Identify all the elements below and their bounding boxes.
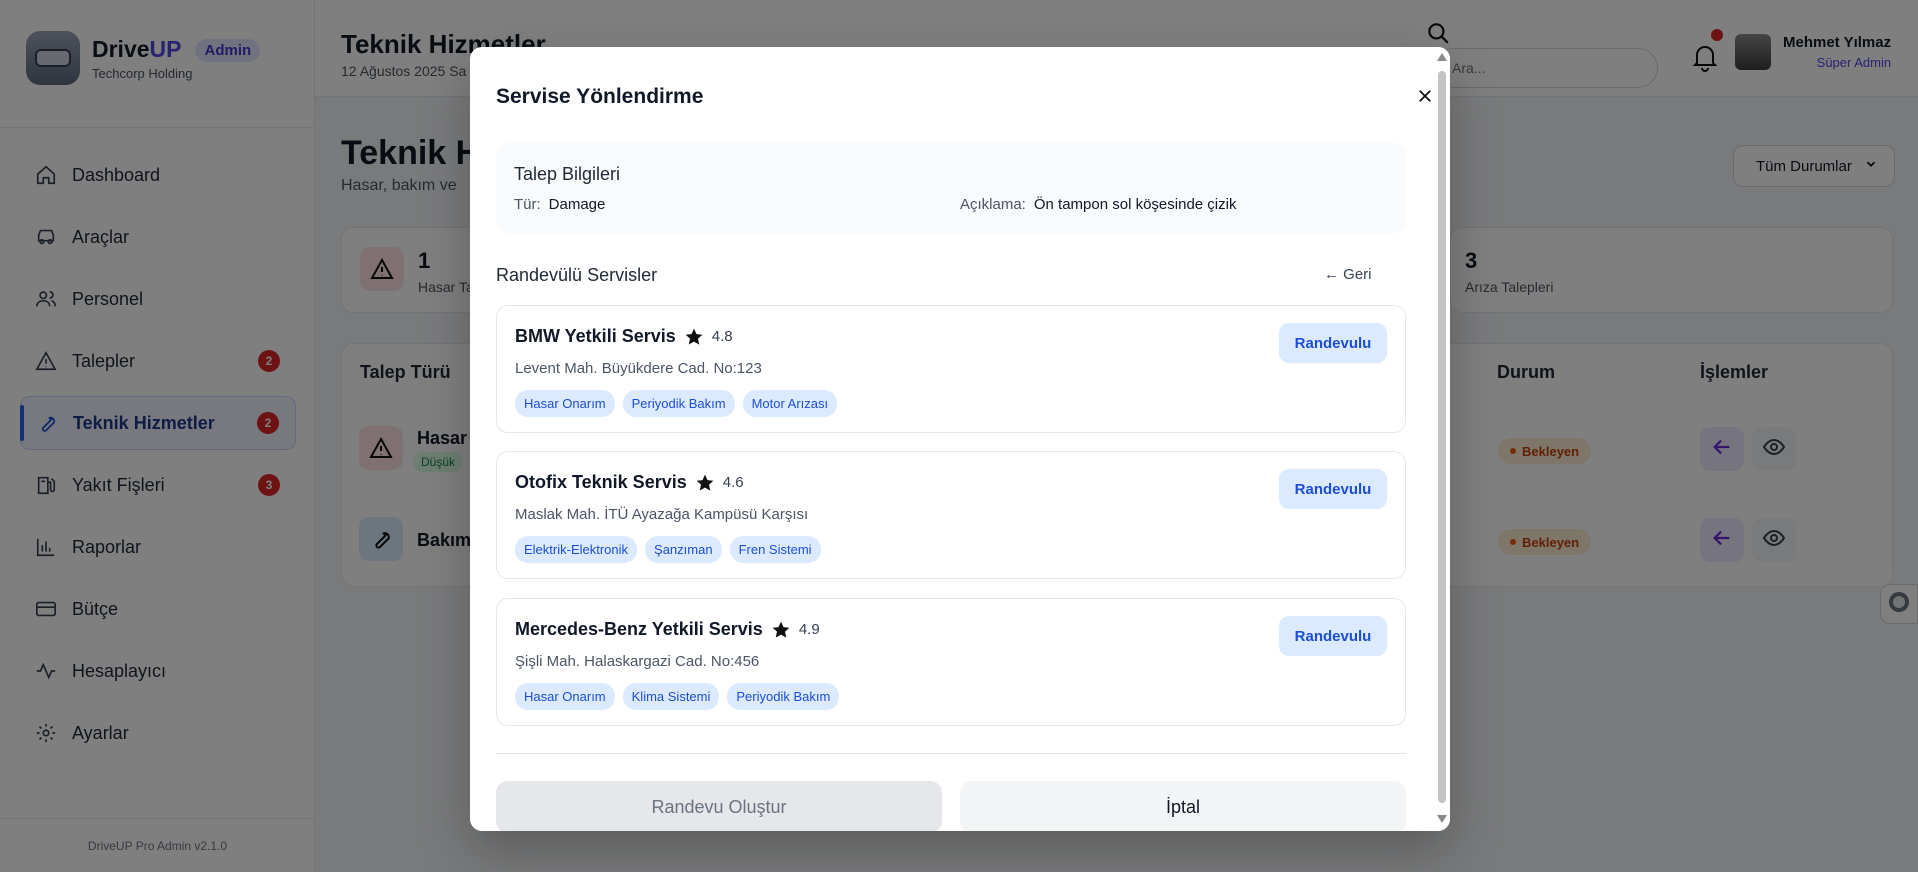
star-icon — [771, 620, 791, 640]
scroll-thumb[interactable] — [1438, 71, 1446, 803]
info-desc-value: Ön tampon sol köşesinde çizik — [1033, 196, 1237, 213]
service-address: Şişli Mah. Halaskargazi Cad. No:456 — [515, 653, 760, 670]
info-title: Talep Bilgileri — [514, 164, 621, 184]
service-tag: Hasar Onarım — [515, 390, 615, 417]
section-title: Randevülü Servisler — [496, 265, 658, 285]
scroll-up-arrow[interactable] — [1437, 53, 1447, 61]
info-type-value: Damage — [548, 196, 606, 213]
service-rating: 4.8 — [711, 328, 733, 345]
cancel-button[interactable]: İptal — [960, 781, 1406, 831]
service-tag: Elektrik-Elektronik — [515, 536, 638, 563]
redirect-to-service-modal: Servise Yönlendirme Talep Bilgileri Tür:… — [470, 47, 1450, 831]
appointment-button[interactable]: Randevulu — [1279, 323, 1387, 363]
service-tag: Periyodik Bakım — [622, 390, 735, 417]
star-icon — [684, 327, 704, 347]
service-rating: 4.9 — [798, 621, 820, 638]
create-appointment-button[interactable]: Randevu Oluştur — [496, 781, 942, 831]
appointment-button[interactable]: Randevulu — [1279, 616, 1387, 656]
info-type-label: Tür: — [514, 196, 541, 213]
service-name: Otofix Teknik Servis — [515, 472, 687, 492]
service-card[interactable]: Mercedes-Benz Yetkili Servis 4.9 Şişli M… — [496, 598, 1406, 726]
star-icon — [695, 473, 715, 493]
info-desc-label: Açıklama: — [960, 196, 1026, 213]
service-address: Levent Mah. Büyükdere Cad. No:123 — [515, 360, 762, 377]
service-rating: 4.6 — [722, 474, 744, 491]
service-tag: Motor Arızası — [742, 390, 838, 417]
info-type-row: Tür: Damage — [514, 196, 605, 213]
service-tags: Hasar Onarım Periyodik Bakım Motor Arıza… — [515, 390, 838, 417]
request-info-box: Talep Bilgileri Tür: Damage Açıklama: Ön t… — [496, 143, 1406, 233]
scroll-down-arrow[interactable] — [1437, 815, 1447, 823]
back-link[interactable]: ← Geri — [1324, 266, 1372, 283]
service-tag: Periyodik Bakım — [727, 683, 840, 710]
service-tag: Klima Sistemi — [622, 683, 720, 710]
service-address: Maslak Mah. İTÜ Ayazağa Kampüsü Karşısı — [515, 506, 809, 523]
service-tag: Şanzıman — [645, 536, 722, 563]
service-tag: Hasar Onarım — [515, 683, 615, 710]
info-desc-row: Açıklama: Ön tampon sol köşesinde çizik — [960, 196, 1236, 213]
service-card[interactable]: BMW Yetkili Servis 4.8 Levent Mah. Büyük… — [496, 305, 1406, 433]
appointment-button[interactable]: Randevulu — [1279, 469, 1387, 509]
service-tag: Fren Sistemi — [729, 536, 821, 563]
close-icon — [1416, 87, 1434, 110]
modal-divider — [496, 753, 1406, 754]
service-tags: Hasar Onarım Klima Sistemi Periyodik Bak… — [515, 683, 840, 710]
service-name: Mercedes-Benz Yetkili Servis — [515, 619, 763, 639]
service-name: BMW Yetkili Servis — [515, 326, 676, 346]
service-card[interactable]: Otofix Teknik Servis 4.6 Maslak Mah. İTÜ… — [496, 451, 1406, 579]
modal-scrollbar[interactable] — [1434, 47, 1450, 831]
modal-title: Servise Yönlendirme — [496, 85, 704, 108]
service-tags: Elektrik-Elektronik Şanzıman Fren Sistem… — [515, 536, 821, 563]
